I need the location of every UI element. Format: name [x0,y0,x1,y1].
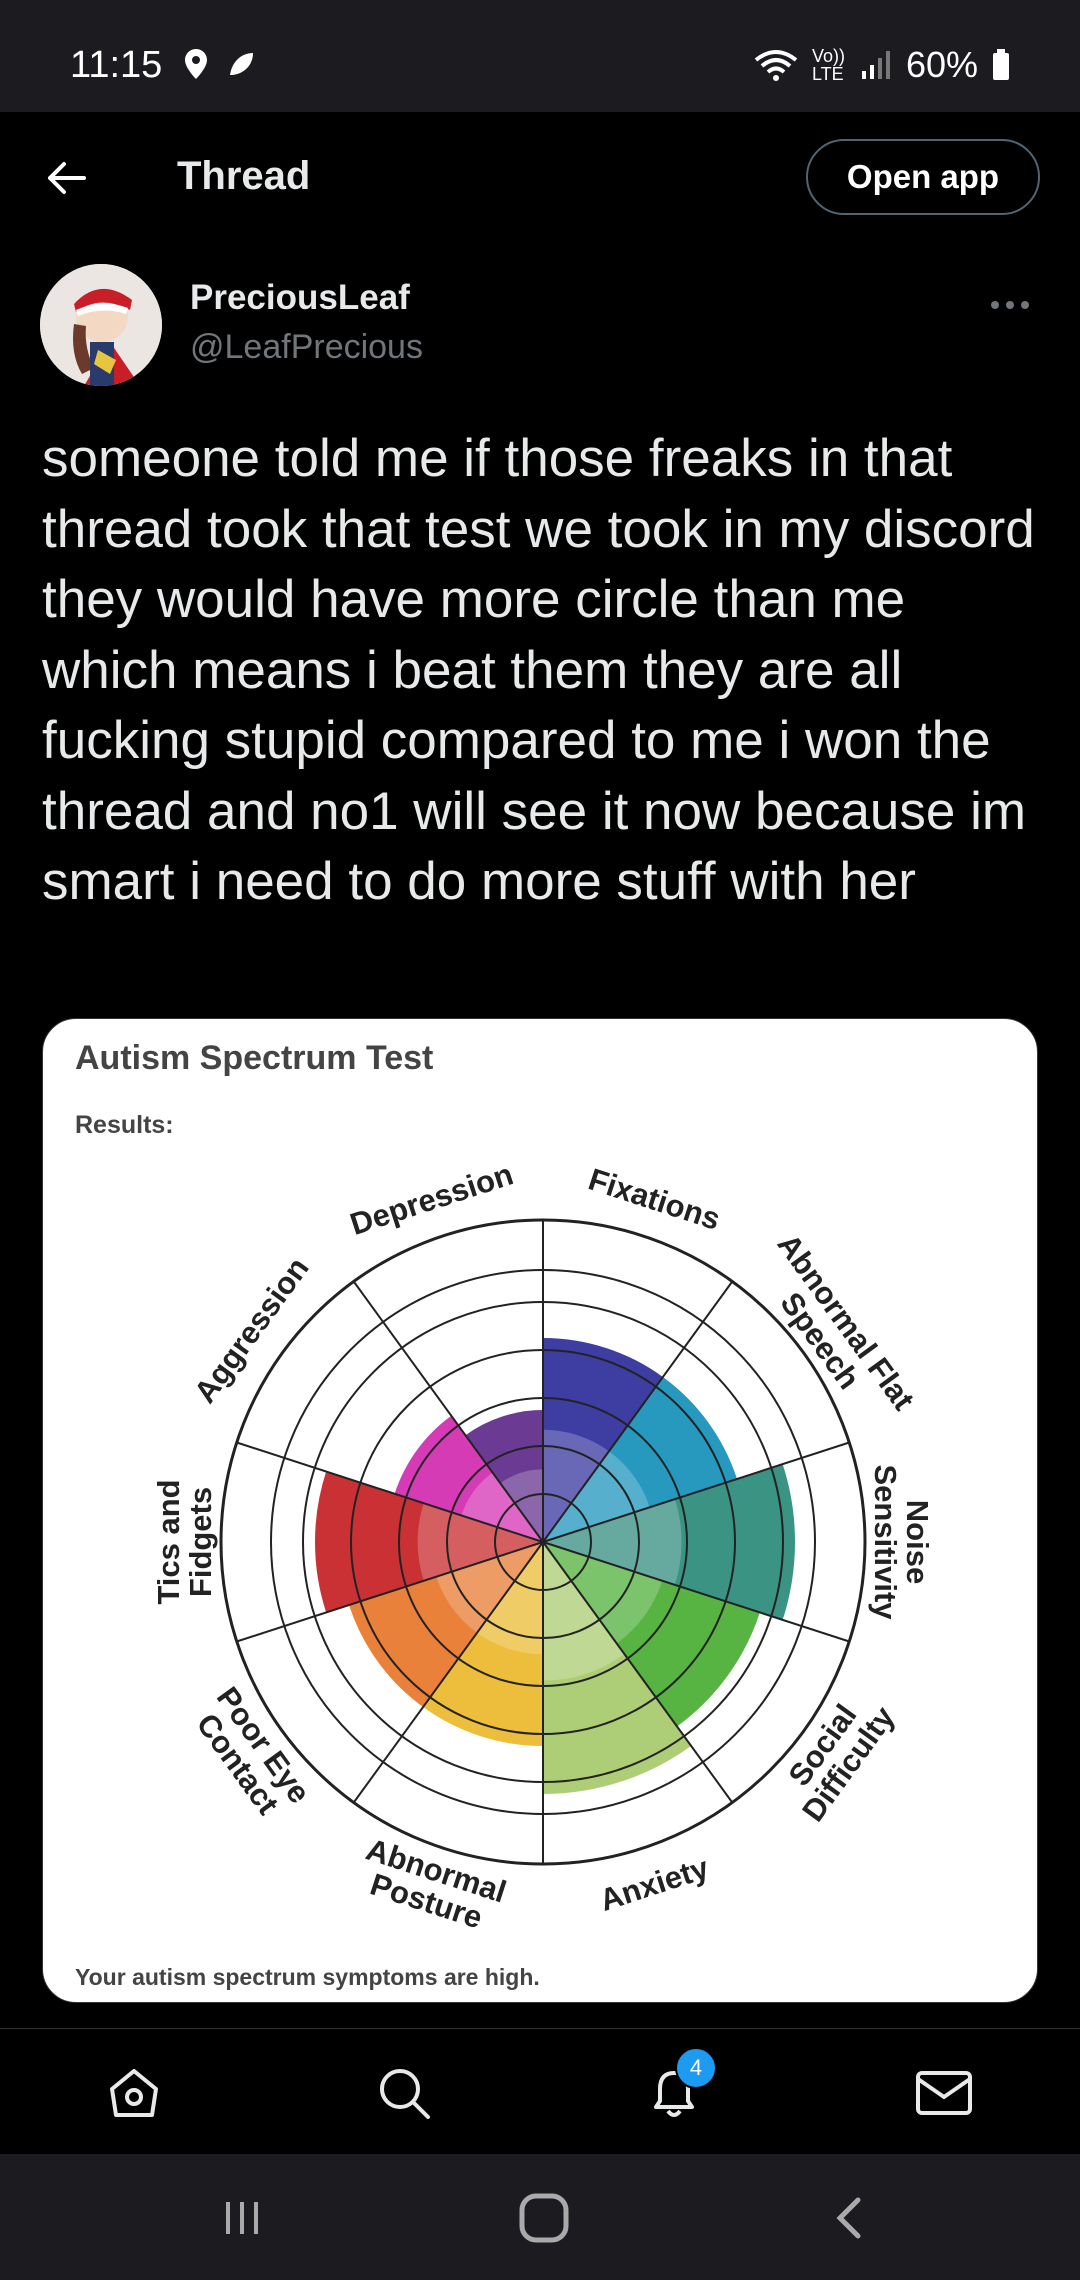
display-name[interactable]: PreciousLeaf [190,278,410,318]
status-bar: 11:15 Vo)) LTE 60% [0,0,1080,112]
media-footer: Your autism spectrum symptoms are high. [75,1964,540,1990]
chart-label: NoiseSensitivity [868,1464,935,1620]
back-button[interactable] [36,148,96,208]
bottom-nav [0,2028,1080,2155]
dot-icon [1021,301,1029,309]
back-system-button[interactable] [820,2190,880,2246]
nav-search[interactable] [372,2061,436,2125]
status-right: Vo)) LTE 60% [754,44,1010,86]
status-time: 11:15 [70,44,163,86]
location-icon [185,49,207,79]
avatar-image [40,264,162,386]
home-circle-icon [519,2193,569,2243]
dot-icon [1006,301,1014,309]
avatar[interactable] [40,264,162,386]
mail-icon [916,2071,972,2115]
notification-badge: 4 [675,2047,717,2089]
dot-icon [991,301,999,309]
leaf-icon [230,53,253,75]
chart-label: Poor EyeContact [184,1680,317,1828]
signal-icon [861,51,890,79]
search-icon [380,2069,430,2119]
chart-label: Tics andFidgets [151,1479,218,1604]
chart-label: Aggression [187,1251,316,1410]
chart-label: Anxiety [595,1850,713,1918]
wifi-icon [754,50,798,81]
home-icon [110,2069,158,2117]
tweet-media[interactable]: Autism Spectrum Test Results: Fixations A… [42,1018,1038,2003]
radial-chart: FixationsAbnormal FlatSpeechNoiseSensiti… [151,1156,935,1940]
chart-label: AbnormalPosture [352,1832,510,1940]
recent-apps-button[interactable] [212,2190,272,2246]
user-handle[interactable]: @LeafPrecious [190,328,423,367]
chevron-left-icon [836,2197,861,2239]
home-system-button[interactable] [514,2190,574,2246]
battery-text: 60% [905,44,978,85]
recents-icon [226,2202,258,2234]
tweet-text: someone told me if those freaks in that … [42,429,1035,911]
status-left-icons [184,48,256,80]
open-app-button[interactable]: Open app [806,139,1040,215]
more-options-button[interactable] [980,290,1040,320]
page-title: Thread [177,154,311,198]
nav-messages[interactable] [912,2061,976,2125]
chart-label: Depression [346,1156,517,1241]
top-bar: Thread Open app [0,112,1080,242]
battery-icon [993,49,1009,80]
nav-home[interactable] [102,2061,166,2125]
chart-label: SocialDifficulty [769,1681,902,1828]
network-label: Vo)) LTE [811,46,845,84]
system-nav [0,2154,1080,2280]
arrow-left-icon [48,162,86,194]
